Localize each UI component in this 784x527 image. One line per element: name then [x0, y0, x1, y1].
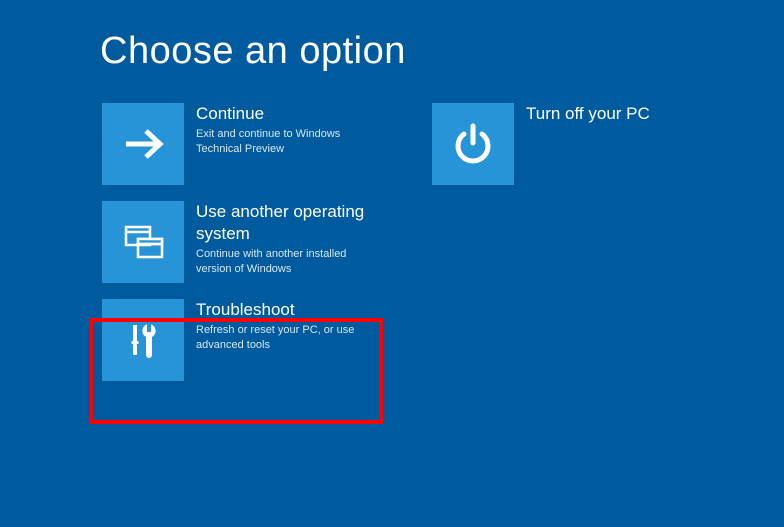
- option-continue[interactable]: Continue Exit and continue to Windows Te…: [100, 101, 380, 187]
- option-label: Turn off your PC: [526, 103, 708, 125]
- option-power-off[interactable]: Turn off your PC: [430, 101, 710, 187]
- option-desc: Continue with another installed version …: [196, 247, 366, 277]
- option-label: Troubleshoot: [196, 299, 378, 321]
- power-icon: [432, 103, 514, 185]
- option-text: Turn off your PC: [514, 103, 708, 127]
- options-grid: Continue Exit and continue to Windows Te…: [100, 101, 784, 383]
- windows-icon: [102, 201, 184, 283]
- option-text: Continue Exit and continue to Windows Te…: [184, 103, 378, 157]
- recovery-options-screen: Choose an option Continue Exit and conti…: [0, 0, 784, 383]
- options-column-left: Continue Exit and continue to Windows Te…: [100, 101, 380, 383]
- option-desc: Exit and continue to Windows Technical P…: [196, 127, 366, 157]
- arrow-right-icon: [102, 103, 184, 185]
- option-other-os[interactable]: Use another operating system Continue wi…: [100, 199, 380, 285]
- option-label: Continue: [196, 103, 378, 125]
- option-troubleshoot[interactable]: Troubleshoot Refresh or reset your PC, o…: [100, 297, 380, 383]
- option-label: Use another operating system: [196, 201, 378, 245]
- option-text: Use another operating system Continue wi…: [184, 201, 378, 277]
- options-column-right: Turn off your PC: [430, 101, 710, 383]
- option-desc: Refresh or reset your PC, or use advance…: [196, 323, 366, 353]
- page-title: Choose an option: [100, 30, 784, 73]
- tools-icon: [102, 299, 184, 381]
- option-text: Troubleshoot Refresh or reset your PC, o…: [184, 299, 378, 353]
